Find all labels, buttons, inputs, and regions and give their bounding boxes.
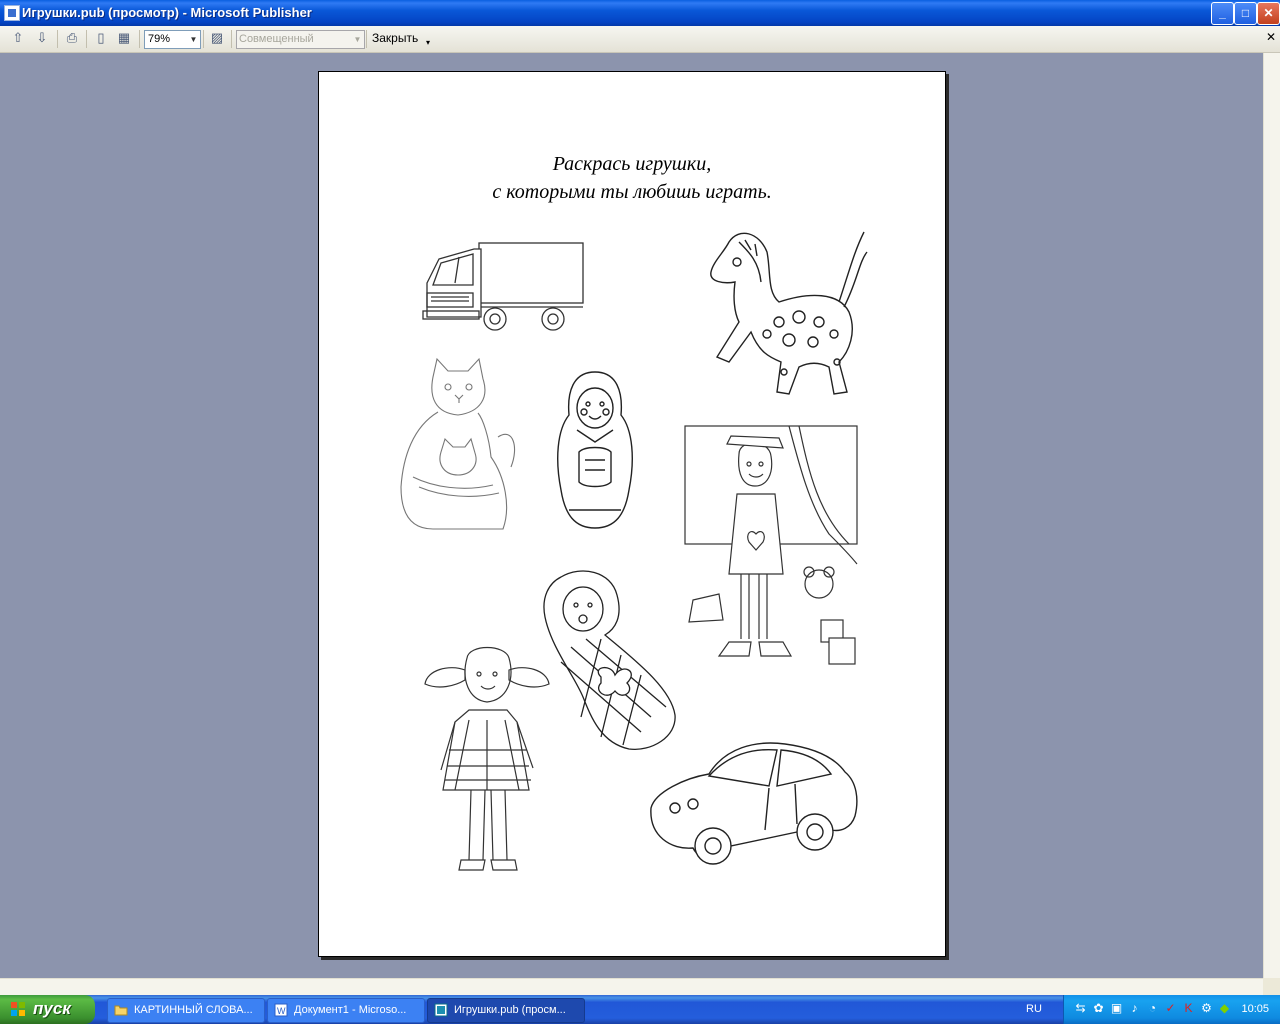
toy-car-illustration (645, 738, 861, 868)
taskbar-item-word[interactable]: W Документ1 - Microso... (267, 998, 425, 1023)
scroll-corner (1263, 978, 1280, 995)
title-bar[interactable]: Игрушки.pub (просмотр) - Microsoft Publi… (0, 0, 1280, 26)
taskbar: пуск КАРТИННЫЙ СЛОВА... W Документ1 - Mi… (0, 995, 1280, 1024)
toolbar-separator (203, 30, 204, 48)
taskbar-item-explorer[interactable]: КАРТИННЫЙ СЛОВА... (107, 998, 265, 1023)
matryoshka-illustration (555, 370, 635, 532)
window-title: Игрушки.pub (просмотр) - Microsoft Publi… (22, 5, 312, 20)
menu-close-icon[interactable]: ✕ (1266, 30, 1276, 44)
task-label: Документ1 - Microso... (294, 1004, 407, 1016)
view-mode-select: Совмещенный ▼ (236, 30, 365, 49)
taskbar-item-publisher[interactable]: Игрушки.pub (просм... (427, 998, 585, 1023)
girl-with-toys-illustration (679, 424, 869, 674)
toolbar-options-icon[interactable]: ▾ (426, 38, 434, 50)
office-icon[interactable]: ▣ (1110, 1002, 1123, 1015)
task-label: Игрушки.pub (просм... (454, 1004, 566, 1016)
chevron-down-icon: ▼ (351, 31, 364, 48)
kaspersky-icon[interactable]: K (1182, 1002, 1195, 1015)
doll-girl-illustration (419, 640, 559, 875)
view-mode-value: Совмещенный (239, 33, 314, 45)
page-down-icon[interactable]: ⇩ (34, 30, 50, 46)
volume-icon[interactable]: ♪ (1128, 1002, 1141, 1015)
word-icon: W (274, 1003, 288, 1017)
zoom-value: 79% (148, 33, 171, 45)
publisher-app-icon[interactable] (4, 5, 20, 21)
cat-illustration (393, 357, 523, 532)
language-indicator[interactable]: RU (1026, 1003, 1042, 1015)
toolbar-separator (366, 30, 367, 48)
system-tray: ⇆ ✿ ▣ ♪ ◔ ✓ K ⚙ ◆ 10:05 (1063, 995, 1280, 1024)
toolbar-separator (231, 30, 232, 48)
page-title-line2: с которыми ты любишь играть. (492, 181, 772, 203)
start-label: пуск (33, 999, 71, 1018)
publication-page: Раскрась игрушки, с которыми ты любишь и… (318, 71, 946, 957)
horizontal-scrollbar[interactable] (0, 978, 1263, 996)
close-preview-button[interactable]: Закрыть (368, 29, 422, 48)
minimize-button[interactable]: _ (1211, 2, 1234, 25)
toolbar-separator (86, 30, 87, 48)
page-up-icon[interactable]: ⇧ (10, 30, 26, 46)
agent-icon[interactable]: ◔ (1146, 1002, 1159, 1015)
horse-illustration (689, 222, 869, 407)
nvidia-icon[interactable]: ◆ (1218, 1002, 1231, 1015)
page-title: Раскрась игрушки, с которыми ты любишь и… (319, 150, 945, 206)
print-icon[interactable]: ⎙ (64, 30, 80, 46)
one-page-icon[interactable]: ▯ (93, 30, 109, 46)
svg-text:W: W (277, 1006, 286, 1016)
toolbar-separator (139, 30, 140, 48)
color-view-icon[interactable]: ▨ (209, 30, 225, 46)
folder-icon (114, 1005, 128, 1016)
messenger-icon[interactable]: ✿ (1092, 1002, 1105, 1015)
antivirus-icon[interactable]: ✓ (1164, 1002, 1177, 1015)
maximize-button[interactable]: □ (1234, 2, 1257, 25)
close-button[interactable]: ✕ (1257, 2, 1280, 25)
safely-remove-icon[interactable]: ⚙ (1200, 1002, 1213, 1015)
clock: 10:05 (1241, 1003, 1269, 1015)
truck-illustration (419, 237, 589, 337)
network-icon[interactable]: ⇆ (1074, 1002, 1087, 1015)
multiple-pages-icon[interactable]: ▦ (116, 30, 132, 46)
vertical-scrollbar[interactable] (1263, 53, 1280, 978)
page-title-line1: Раскрась игрушки, (552, 153, 712, 175)
toolbar-separator (57, 30, 58, 48)
publisher-icon (434, 1003, 448, 1017)
windows-logo-icon (11, 1002, 25, 1016)
zoom-dropdown[interactable]: 79% ▼ (144, 30, 201, 49)
chevron-down-icon[interactable]: ▼ (187, 31, 200, 48)
task-label: КАРТИННЫЙ СЛОВА... (134, 1004, 253, 1016)
start-button[interactable]: пуск (0, 995, 95, 1024)
